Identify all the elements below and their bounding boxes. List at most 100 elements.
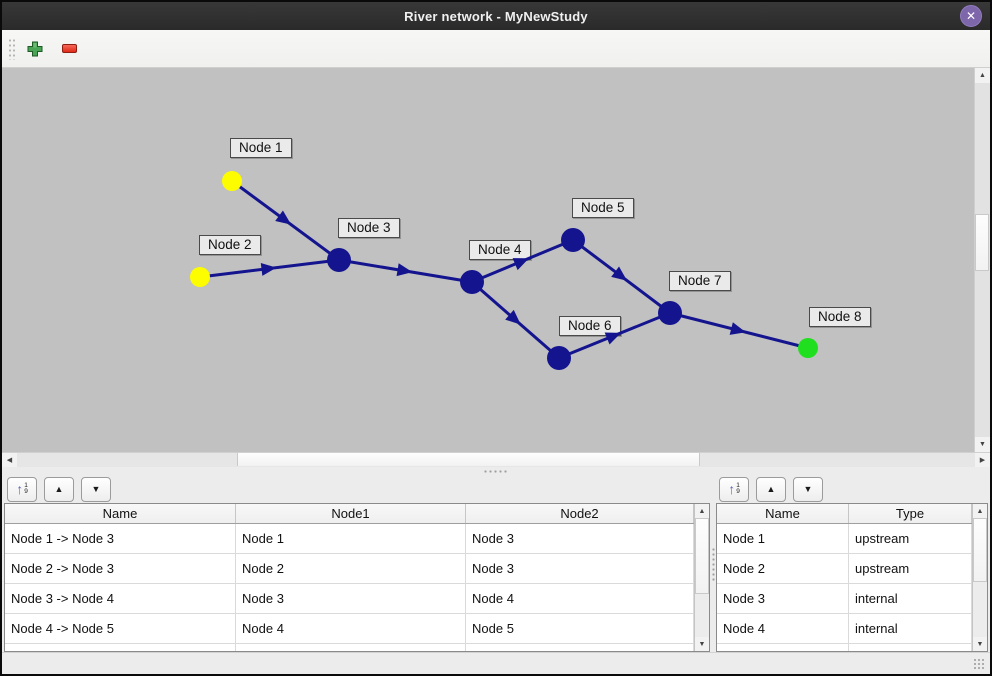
- column-header[interactable]: Name: [717, 504, 849, 523]
- cell[interactable]: internal: [849, 584, 972, 613]
- down-arrow-icon: ▼: [699, 641, 706, 648]
- cell[interactable]: internal: [849, 614, 972, 643]
- remove-button[interactable]: [57, 36, 81, 62]
- cell[interactable]: Node 4: [466, 584, 694, 613]
- scroll-down-button[interactable]: ▼: [695, 637, 709, 651]
- nodes-toolbar: ↑ 19 ▲ ▼: [716, 475, 988, 503]
- horizontal-splitter[interactable]: [2, 467, 990, 475]
- edges-tablebox: NameNode1Node2Node 1 -> Node 3Node 1Node…: [4, 503, 710, 652]
- table-row[interactable]: Node 1 -> Node 3Node 1Node 3: [5, 524, 694, 554]
- table-header: NameNode1Node2: [5, 504, 694, 524]
- column-header[interactable]: Node2: [466, 504, 694, 523]
- table-row[interactable]: Node 2 -> Node 3Node 2Node 3: [5, 554, 694, 584]
- add-button[interactable]: [23, 36, 47, 62]
- cell[interactable]: Node 1 -> Node 3: [5, 524, 236, 553]
- edges-table-scrollbar[interactable]: ▲ ▼: [694, 504, 709, 651]
- node-internal[interactable]: [547, 346, 571, 370]
- node-internal[interactable]: [327, 248, 351, 272]
- table-row[interactable]: Node 4 -> Node 5Node 4Node 5: [5, 614, 694, 644]
- table-row[interactable]: Node 1upstream: [717, 524, 972, 554]
- cell[interactable]: Node 3: [717, 584, 849, 613]
- node-internal[interactable]: [658, 301, 682, 325]
- cell[interactable]: Node 3: [236, 584, 466, 613]
- edges-move-up-button[interactable]: ▲: [44, 477, 74, 502]
- scroll-up-button[interactable]: ▲: [695, 504, 709, 518]
- nodes-tablebox: NameTypeNode 1upstreamNode 2upstreamNode…: [716, 503, 988, 652]
- network-canvas[interactable]: Node 1 Node 2 Node 3 Node 4 Node 5 Node 6 Node…: [2, 68, 974, 452]
- down-triangle-icon: ▼: [804, 484, 813, 494]
- canvas-vertical-scrollbar[interactable]: ▲ ▼: [974, 68, 990, 452]
- cell[interactable]: Node 3 -> Node 4: [5, 584, 236, 613]
- cell[interactable]: Node 4 -> Node 5: [5, 614, 236, 643]
- right-arrow-icon: ▶: [980, 456, 985, 464]
- cell[interactable]: Node 2: [717, 554, 849, 583]
- column-header[interactable]: Name: [5, 504, 236, 523]
- close-button[interactable]: ✕: [960, 5, 982, 27]
- node-upstream[interactable]: [190, 267, 210, 287]
- node-label[interactable]: Node 2: [199, 235, 261, 255]
- cell[interactable]: upstream: [849, 554, 972, 583]
- scroll-up-button[interactable]: ▲: [975, 68, 990, 83]
- table-row[interactable]: Node 3internal: [717, 584, 972, 614]
- cell[interactable]: Node 1: [717, 524, 849, 553]
- scroll-up-button[interactable]: ▲: [973, 504, 987, 518]
- vscroll-thumb[interactable]: [975, 214, 989, 271]
- scroll-left-button[interactable]: ◀: [2, 453, 17, 467]
- node-downstream[interactable]: [798, 338, 818, 358]
- cell[interactable]: Node 3: [466, 554, 694, 583]
- edges-sort-button[interactable]: ↑ 19: [7, 477, 37, 502]
- titlebar[interactable]: River network - MyNewStudy ✕: [2, 2, 990, 30]
- splitter-grip-icon: [712, 547, 715, 581]
- node-label[interactable]: Node 8: [809, 307, 871, 327]
- edge-arrow-icon: [730, 322, 748, 338]
- column-header[interactable]: Node1: [236, 504, 466, 523]
- toolbar-drag-handle[interactable]: [8, 38, 15, 60]
- vscroll-thumb[interactable]: [973, 518, 987, 582]
- node-label[interactable]: Node 5: [572, 198, 634, 218]
- edges-move-down-button[interactable]: ▼: [81, 477, 111, 502]
- node-label[interactable]: Node 4: [469, 240, 531, 260]
- node-internal[interactable]: [460, 270, 484, 294]
- column-header[interactable]: Type: [849, 504, 972, 523]
- hscroll-track[interactable]: [17, 453, 975, 467]
- vscroll-thumb[interactable]: [695, 518, 709, 594]
- cell[interactable]: Node 2: [236, 554, 466, 583]
- edges-table[interactable]: NameNode1Node2Node 1 -> Node 3Node 1Node…: [5, 504, 694, 651]
- resize-grip[interactable]: [973, 658, 986, 671]
- nodes-table[interactable]: NameTypeNode 1upstreamNode 2upstreamNode…: [717, 504, 972, 651]
- window-title: River network - MyNewStudy: [404, 9, 588, 24]
- vscroll-track[interactable]: [975, 83, 990, 437]
- table-header: NameType: [717, 504, 972, 524]
- vscroll-track[interactable]: [973, 518, 987, 637]
- hscroll-thumb[interactable]: [237, 453, 700, 466]
- nodes-move-down-button[interactable]: ▼: [793, 477, 823, 502]
- sort-icon: ↑ 19: [728, 483, 740, 495]
- canvas-horizontal-scrollbar[interactable]: ◀ ▶: [2, 452, 990, 467]
- cell[interactable]: Node 1: [236, 524, 466, 553]
- cell[interactable]: Node 3: [466, 524, 694, 553]
- canvas-row: Node 1 Node 2 Node 3 Node 4 Node 5 Node 6 Node…: [2, 68, 990, 452]
- scroll-down-button[interactable]: ▼: [973, 637, 987, 651]
- vscroll-track[interactable]: [695, 518, 709, 637]
- table-row[interactable]: Node 2upstream: [717, 554, 972, 584]
- cell[interactable]: Node 2 -> Node 3: [5, 554, 236, 583]
- table-row[interactable]: Node 3 -> Node 4Node 3Node 4: [5, 584, 694, 614]
- cell[interactable]: Node 4: [236, 614, 466, 643]
- scroll-down-button[interactable]: ▼: [975, 437, 990, 452]
- table-row[interactable]: Node 4internal: [717, 614, 972, 644]
- cell[interactable]: Node 4: [717, 614, 849, 643]
- node-label[interactable]: Node 7: [669, 271, 731, 291]
- cell[interactable]: upstream: [849, 524, 972, 553]
- nodes-sort-button[interactable]: ↑ 19: [719, 477, 749, 502]
- node-label[interactable]: Node 3: [338, 218, 400, 238]
- node-internal[interactable]: [561, 228, 585, 252]
- nodes-table-scrollbar[interactable]: ▲ ▼: [972, 504, 987, 651]
- scroll-right-button[interactable]: ▶: [975, 453, 990, 467]
- node-upstream[interactable]: [222, 171, 242, 191]
- left-arrow-icon: ◀: [7, 456, 12, 464]
- node-label[interactable]: Node 6: [559, 316, 621, 336]
- node-label[interactable]: Node 1: [230, 138, 292, 158]
- cell[interactable]: Node 5: [466, 614, 694, 643]
- nodes-move-up-button[interactable]: ▲: [756, 477, 786, 502]
- sort-icon: ↑ 19: [16, 483, 28, 495]
